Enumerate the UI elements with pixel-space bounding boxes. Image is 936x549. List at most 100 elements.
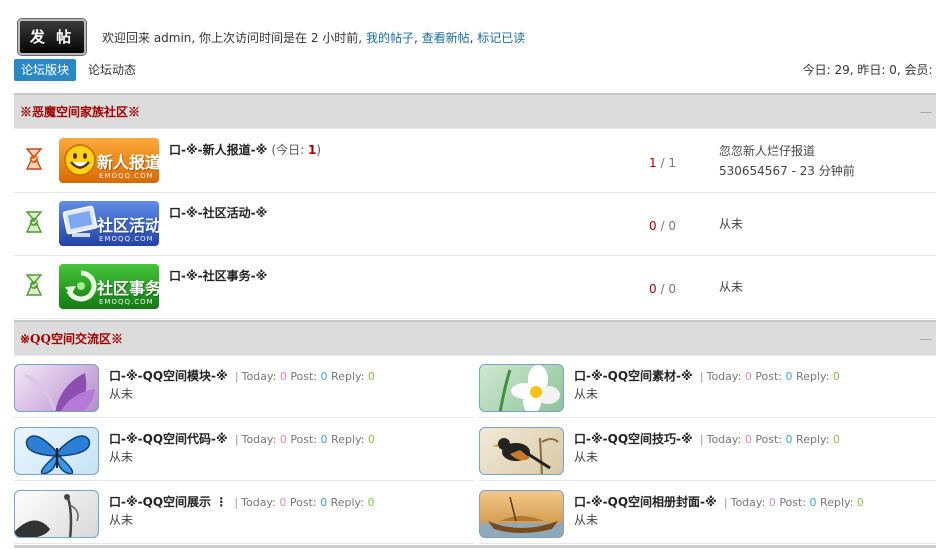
last-post: 从未 [719,277,743,297]
forum-thumbnail[interactable] [14,427,99,475]
monitor-icon [62,205,98,237]
tab-forum-activity[interactable]: 论坛动态 [88,59,136,81]
forum-counts: 0 / 0 [649,219,676,233]
forum-title[interactable]: 口-※-QQ空间相册封面-※ | Today: 0 Post: 0 Reply: … [574,493,864,510]
forum-counts: 0 / 0 [649,282,676,296]
forum-title[interactable]: 口-※-QQ空间素材-※ | Today: 0 Post: 0 Reply: 0 [574,367,840,384]
figure-icon [15,494,79,537]
view-new-posts-link[interactable]: 查看新帖 [422,31,470,45]
forum-meta: | Today: 0 Post: 0 Reply: 0 [721,496,864,509]
no-new-posts-status-icon [25,274,43,296]
forum-logo-text: 社区事务 [97,279,159,298]
forum-title[interactable]: 口-※-QQ空间代码-※ | Today: 0 Post: 0 Reply: 0 [109,430,375,447]
last-post: 从未 [574,450,599,464]
today-label: (今日: [271,143,309,157]
my-posts-link[interactable]: 我的帖子 [366,31,414,45]
forum-logo[interactable]: 新人报道 EMOQQ.COM [59,138,159,183]
forum-name[interactable]: 口-※-社区活动-※ [169,206,267,220]
post-value: 0 [809,496,817,509]
forum-name[interactable]: 口-※-QQ空间代码-※ [109,432,228,446]
post-label: Post: [290,370,318,383]
post-count: 1 [668,156,676,170]
reply-value: 0 [832,370,840,383]
forum-title[interactable]: 口-※-社区活动-※ [169,204,267,221]
post-label: Post: [755,433,783,446]
today-value: 0 [279,370,287,383]
today-label: Today: [241,496,276,509]
mark-read-link[interactable]: 标记已读 [477,31,525,45]
forum-row: 新人报道 EMOQQ.COM 口-※-新人报道-※ (今日: 1) 1 / 1 … [14,130,936,193]
reply-value: 0 [367,496,375,509]
forum-thumbnail[interactable] [479,427,564,475]
forum-grid-item: 口-※-QQ空间模块-※ | Today: 0 Post: 0 Reply: 0 … [14,358,474,418]
today-value: 0 [768,496,776,509]
tab-forum-sections[interactable]: 论坛版块 [14,59,77,81]
category-title: ※恶魔空间家族社区※ [20,105,141,119]
forum-name[interactable]: 口-※-新人报道-※ [169,143,267,157]
forum-logo[interactable]: 社区活动 EMOQQ.COM [59,201,159,246]
last-post: 从未 [109,513,134,527]
post-value: 0 [320,370,328,383]
reply-label: Reply: [796,433,830,446]
post-value: 0 [320,433,328,446]
meta-separator: | [699,433,704,446]
forum-name[interactable]: 口-※-QQ空间相册封面-※ [574,495,717,509]
last-post-title: 从未 [719,217,744,231]
butterfly-icon [25,435,91,474]
last-post: 从未 [574,387,599,401]
forum-grid-item: 口-※-QQ空间技巧-※ | Today: 0 Post: 0 Reply: 0 … [479,421,936,481]
post-label: Post: [755,370,783,383]
reply-label: Reply: [331,370,365,383]
last-post-title[interactable]: 忽忽新人烂仔报道 [719,141,855,161]
forum-logo[interactable]: 社区事务 EMOQQ.COM [59,264,159,309]
forum-thumbnail[interactable] [479,364,564,412]
welcome-message: 欢迎回来 admin, 你上次访问时间是在 2 小时前, 我的帖子, 查看新帖,… [102,29,525,46]
count-separator: / [660,219,665,233]
reply-value: 0 [832,433,840,446]
last-post-meta[interactable]: 530654567 - 23 分钟前 [719,161,855,181]
post-button[interactable]: 发 帖 [18,19,86,55]
post-value: 0 [785,433,793,446]
count-separator: / [660,156,665,170]
collapse-icon[interactable]: — [920,95,932,129]
forum-name[interactable]: 口-※-QQ空间技巧-※ [574,432,693,446]
forum-name[interactable]: 口-※-社区事务-※ [169,269,267,283]
forum-title[interactable]: 口-※-QQ空间模块-※ | Today: 0 Post: 0 Reply: 0 [109,367,375,384]
today-label: Today: [730,496,766,509]
today-label: Today: [241,370,277,383]
forum-row: 社区活动 EMOQQ.COM 口-※-社区活动-※ 0 / 0 从未 [14,193,936,256]
forum-name[interactable]: 口-※-QQ空间展示 ⋮ [109,495,227,509]
post-value: 0 [320,496,328,509]
forum-grid-item: 口-※-QQ空间展示 ⋮ | Today: 0 Post: 0 Reply: 0 … [14,484,474,544]
post-count: 0 [668,219,676,233]
forum-thumbnail[interactable] [479,490,564,538]
smiley-icon [64,144,96,176]
reply-value: 0 [367,370,375,383]
forum-logo-watermark: EMOQQ.COM [99,172,154,180]
forum-title[interactable]: 口-※-QQ空间展示 ⋮ | Today: 0 Post: 0 Reply: 0 [109,493,374,510]
collapse-icon[interactable]: — [920,322,932,356]
forum-grid-item: 口-※-QQ空间代码-※ | Today: 0 Post: 0 Reply: 0 … [14,421,474,481]
welcome-text: 欢迎回来 admin, 你上次访问时间是在 2 小时前, [102,31,363,45]
meta-separator: | [234,370,239,383]
forum-title[interactable]: 口-※-新人报道-※ (今日: 1) [169,141,321,158]
bird-icon [492,437,559,474]
forum-title[interactable]: 口-※-QQ空间技巧-※ | Today: 0 Post: 0 Reply: 0 [574,430,840,447]
post-count: 0 [668,282,676,296]
today-label: Today: [706,370,742,383]
forum-name[interactable]: 口-※-QQ空间素材-※ [574,369,693,383]
forum-title[interactable]: 口-※-社区事务-※ [169,267,267,284]
divider [14,545,936,548]
forum-logo-text: 社区活动 [97,216,159,235]
boat-icon [480,496,563,537]
white-flower-icon [498,365,560,411]
last-post: 从未 [109,450,134,464]
no-new-posts-status-icon [25,211,43,233]
count-separator: / [660,282,665,296]
purple-flower-icon [24,373,95,411]
forum-stats: 今日: 29, 昨日: 0, 会员: 6 [802,63,936,77]
forum-name[interactable]: 口-※-QQ空间模块-※ [109,369,228,383]
forum-thumbnail[interactable] [14,364,99,412]
today-value: 0 [279,496,287,509]
forum-thumbnail[interactable] [14,490,99,538]
